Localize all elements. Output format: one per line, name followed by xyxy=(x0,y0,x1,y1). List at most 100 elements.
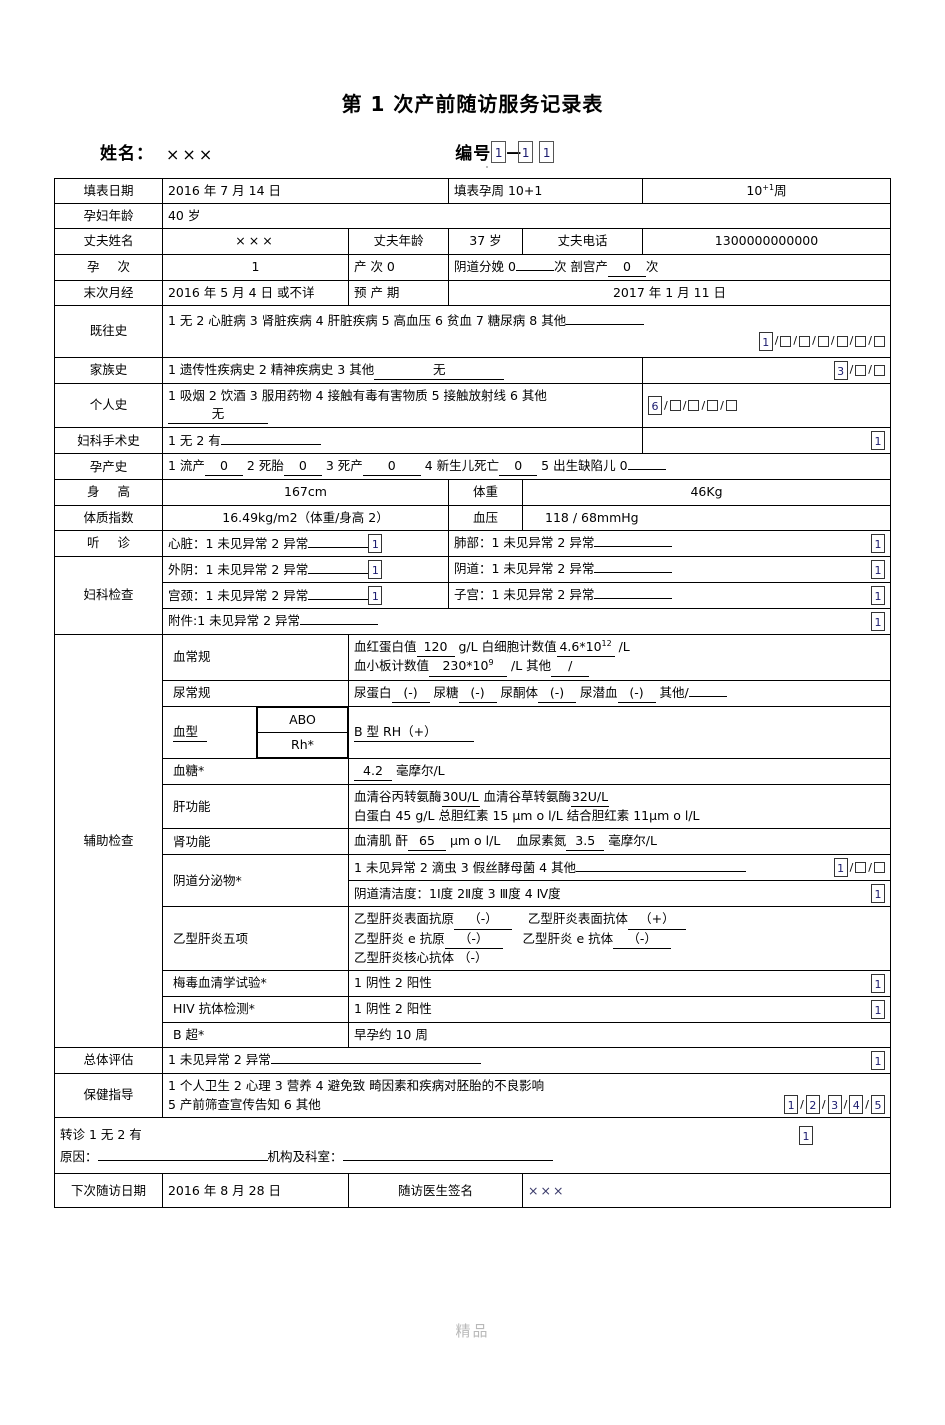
referral-reason-input[interactable] xyxy=(97,1159,268,1161)
family-history-other-value[interactable]: 无 xyxy=(374,361,505,380)
family-history-box-3[interactable] xyxy=(874,364,885,376)
past-history-box-4[interactable] xyxy=(817,335,829,347)
heart-selected-box[interactable]: 1 xyxy=(368,533,383,553)
gyn-surgery-selected-box[interactable]: 1 xyxy=(871,431,885,451)
blood-pressure-value[interactable]: 118 / 68mmHg xyxy=(522,504,891,531)
urine-protein-value[interactable]: (-) xyxy=(391,684,430,703)
blood-type-value[interactable]: B 型 RH（+） xyxy=(353,723,474,742)
past-history-box-2[interactable] xyxy=(780,335,792,347)
guidance-box-5[interactable]: 5 xyxy=(871,1095,885,1115)
personal-history-box-4[interactable] xyxy=(707,399,719,411)
cesarean-value[interactable]: 0 xyxy=(607,258,646,277)
overall-assessment-blank[interactable] xyxy=(270,1063,481,1065)
total-bilirubin-value[interactable]: 15 xyxy=(492,808,508,823)
referral-selected-box[interactable]: 1 xyxy=(799,1125,813,1145)
edd-value[interactable]: 2017 年 1 月 11 日 xyxy=(448,279,891,306)
guidance-box-1[interactable]: 1 xyxy=(784,1095,799,1115)
vagina-blank[interactable] xyxy=(594,572,673,574)
urine-ketone-value[interactable]: (-) xyxy=(538,684,576,703)
next-visit-value[interactable]: 2016 年 8 月 28 日 xyxy=(161,1173,349,1209)
urine-sugar-value[interactable]: (-) xyxy=(458,684,497,703)
syphilis-selected-box[interactable]: 1 xyxy=(871,973,885,993)
albumin-value[interactable]: 45 g/L xyxy=(395,808,434,823)
direct-bilirubin-value[interactable]: 11μm o l/L xyxy=(633,808,699,823)
husband-phone-value[interactable]: 1300000000000 xyxy=(642,228,891,255)
guidance-box-2[interactable]: 2 xyxy=(805,1095,820,1115)
guidance-box-3[interactable]: 3 xyxy=(827,1095,842,1115)
guidance-box-4[interactable]: 4 xyxy=(849,1095,864,1115)
record-number-box-3[interactable]: 1 xyxy=(539,140,555,163)
deadbirth-value[interactable]: 0 xyxy=(362,457,421,477)
vaginal-secretion-box-3[interactable] xyxy=(874,862,885,874)
blood-other-value[interactable]: / xyxy=(551,657,590,677)
urine-occult-value[interactable]: (-) xyxy=(617,684,656,703)
uterus-selected-box[interactable]: 1 xyxy=(871,585,885,605)
vaginal-secretion-selected-box[interactable]: 1 xyxy=(833,858,848,878)
birth-defect-blank[interactable] xyxy=(627,469,666,471)
doctor-signature-value[interactable]: ××× xyxy=(522,1173,891,1209)
blood-type-value-cell[interactable]: B 型 RH（+） xyxy=(347,705,892,759)
husband-age-value[interactable]: 37 岁 xyxy=(448,228,523,255)
family-history-box-2[interactable] xyxy=(855,364,867,376)
record-number-box-1[interactable]: 1 xyxy=(491,140,507,163)
hbsag-value[interactable]: （-） xyxy=(454,910,512,930)
heart-blank[interactable] xyxy=(308,546,369,548)
personal-history-other-value[interactable]: 无 xyxy=(167,405,268,425)
past-history-box-3[interactable] xyxy=(799,335,811,347)
lung-selected-box[interactable]: 1 xyxy=(871,533,885,553)
abortion-value[interactable]: 0 xyxy=(204,457,243,477)
adnexa-blank[interactable] xyxy=(300,624,379,626)
vulva-blank[interactable] xyxy=(308,572,369,574)
vulva-selected-box[interactable]: 1 xyxy=(368,559,383,579)
gravidity-value[interactable]: 1 xyxy=(161,253,349,281)
past-history-other-blank[interactable] xyxy=(566,323,645,325)
wbc-value[interactable]: 4.6*1012 xyxy=(556,638,615,658)
past-history-box-6[interactable] xyxy=(855,335,867,347)
family-history-selected-box[interactable]: 3 xyxy=(833,360,848,380)
record-number-box-2[interactable]: 1 xyxy=(518,140,534,163)
hbsab-value[interactable]: （+） xyxy=(627,910,686,930)
past-history-selected-box[interactable]: 1 xyxy=(758,331,773,351)
fill-date-value[interactable]: 2016 年 7 月 14 日 xyxy=(161,177,450,205)
height-value[interactable]: 167cm xyxy=(161,479,450,506)
delivery-mode-cell[interactable]: 阴道分娩 0 次 剖宫产 0 次 xyxy=(448,253,891,281)
personal-history-box-3[interactable] xyxy=(688,399,700,411)
urine-other-value[interactable] xyxy=(688,695,727,697)
personal-history-box-2[interactable] xyxy=(669,399,681,411)
vaginal-secretion-box-2[interactable] xyxy=(855,862,867,874)
neonatal-death-value[interactable]: 0 xyxy=(499,457,538,477)
vaginal-cleanliness-selected-box[interactable]: 1 xyxy=(871,884,885,904)
lung-blank[interactable] xyxy=(594,546,673,548)
stillbirth-value[interactable]: 0 xyxy=(283,457,322,477)
cervix-selected-box[interactable]: 1 xyxy=(368,585,383,605)
ultrasound-value[interactable]: 早孕约 10 周 xyxy=(347,1021,892,1048)
cervix-blank[interactable] xyxy=(308,598,369,600)
hbeab-value[interactable]: （-） xyxy=(613,930,672,949)
gyn-surgery-blank[interactable] xyxy=(220,443,321,445)
bmi-value[interactable]: 16.49kg/m2（体重/身高 2） xyxy=(161,504,450,531)
overall-assessment-selected-box[interactable]: 1 xyxy=(871,1050,885,1070)
past-history-box-7[interactable] xyxy=(874,335,885,347)
hbeag-value[interactable]: （-） xyxy=(444,930,503,949)
glucose-value[interactable]: 4.2 xyxy=(353,762,392,782)
hemoglobin-value[interactable]: 120 xyxy=(416,638,455,658)
lmp-value[interactable]: 2016 年 5 月 4 日 或不详 xyxy=(161,279,349,306)
hbcab-value[interactable]: （-） xyxy=(458,950,488,965)
personal-history-selected-box[interactable]: 6 xyxy=(648,395,662,415)
ast-value[interactable]: 32U/L xyxy=(571,788,609,808)
creatinine-value[interactable]: 65 xyxy=(407,832,446,852)
fill-week-value[interactable]: 10+1周 xyxy=(642,177,891,205)
uterus-blank[interactable] xyxy=(594,598,673,600)
adnexa-selected-box[interactable]: 1 xyxy=(871,612,885,632)
mother-age-value[interactable]: 40 岁 xyxy=(161,203,892,230)
alt-value[interactable]: 30U/L xyxy=(441,788,480,808)
hiv-selected-box[interactable]: 1 xyxy=(871,999,885,1019)
weight-value[interactable]: 46Kg xyxy=(522,479,891,506)
vaginal-secretion-other-blank[interactable] xyxy=(576,870,747,872)
referral-org-input[interactable] xyxy=(342,1159,553,1161)
vaginal-delivery-blank[interactable] xyxy=(515,269,554,271)
personal-history-box-5[interactable] xyxy=(725,399,737,411)
vagina-selected-box[interactable]: 1 xyxy=(871,559,885,579)
past-history-box-5[interactable] xyxy=(836,335,848,347)
bun-value[interactable]: 3.5 xyxy=(566,832,605,852)
